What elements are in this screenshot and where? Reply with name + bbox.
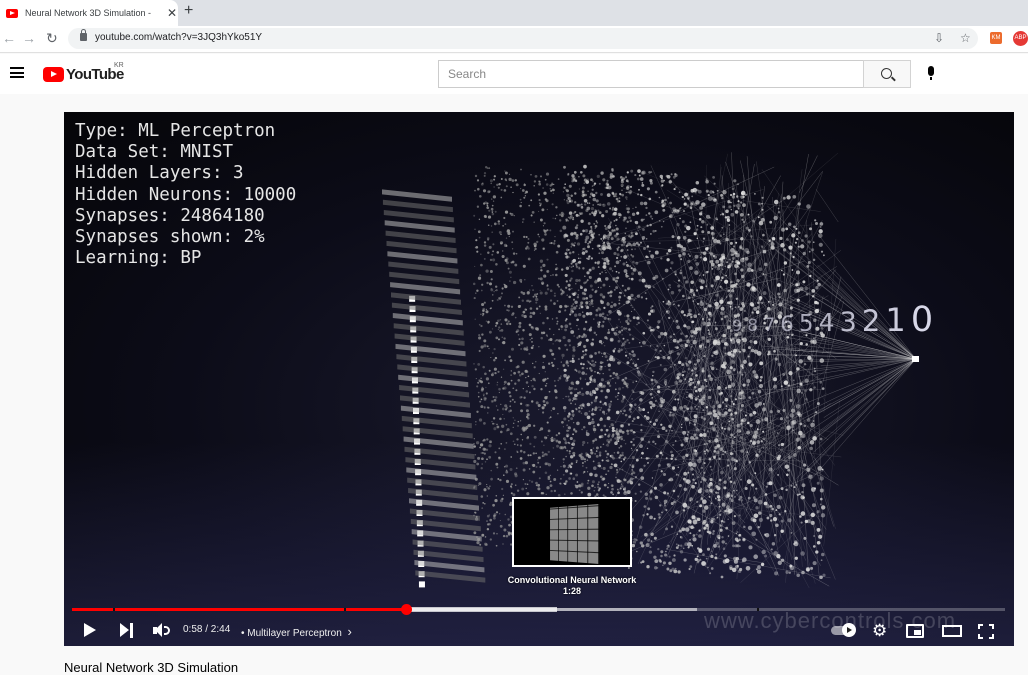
output-digit: 7 (763, 314, 775, 336)
chapter-title-button[interactable]: • Multilayer Perceptron › (241, 624, 352, 646)
address-bar[interactable]: youtube.com/watch?v=3JQ3hYko51Y ⇩ ☆ (68, 28, 978, 49)
info-line-hidden-neurons: Hidden Neurons: 10000 (75, 185, 296, 206)
info-line-learning: Learning: BP (75, 248, 296, 269)
youtube-favicon-icon (6, 9, 18, 18)
output-digit: 0 (911, 300, 933, 340)
preview-image (550, 504, 599, 564)
youtube-play-logo-icon (43, 67, 64, 82)
tab-title: Neural Network 3D Simulation - (25, 8, 161, 18)
chapter-marker (344, 608, 346, 611)
preview-chapter-title: Convolutional Neural Network (494, 575, 650, 585)
output-digit: 3 (840, 307, 857, 338)
bookmark-star-icon[interactable]: ☆ (960, 31, 971, 45)
progress-hover-segment (406, 607, 557, 612)
search-icon (881, 68, 892, 79)
forward-arrow-icon[interactable]: → (22, 30, 36, 46)
new-tab-button[interactable]: + (184, 2, 193, 20)
output-digit: 8 (747, 316, 758, 336)
search-box (438, 60, 864, 88)
video-info-overlay: Type: ML Perceptron Data Set: MNIST Hidd… (75, 121, 296, 269)
output-digit: 1 (885, 301, 905, 339)
adblock-extension-icon[interactable]: ABP (1013, 31, 1028, 46)
theater-mode-icon[interactable] (942, 625, 962, 637)
output-digit: 4 (819, 308, 835, 337)
next-video-icon[interactable] (120, 623, 134, 638)
fullscreen-icon[interactable] (978, 624, 994, 639)
video-player[interactable]: Type: ML Perceptron Data Set: MNIST Hidd… (64, 112, 1014, 646)
chevron-right-icon: › (348, 624, 352, 639)
chapter-title-text: • Multilayer Perceptron (241, 628, 342, 639)
output-digit: 5 (799, 311, 814, 337)
search-input[interactable] (439, 61, 864, 87)
info-line-synapses: Synapses: 24864180 (75, 206, 296, 227)
progress-scrubber[interactable] (401, 604, 412, 615)
install-app-icon[interactable]: ⇩ (934, 31, 944, 45)
tab-close-icon[interactable]: ✕ (167, 6, 177, 20)
microphone-icon[interactable] (928, 66, 934, 76)
info-line-synapses-shown: Synapses shown: 2% (75, 227, 296, 248)
browser-tab-strip: Neural Network 3D Simulation - ✕ + (0, 0, 1028, 26)
search-button[interactable] (863, 60, 911, 88)
output-digits: 9 8 7 6 5 4 3 2 1 0 (732, 300, 933, 340)
volume-icon[interactable] (153, 623, 169, 638)
miniplayer-icon[interactable] (906, 624, 924, 638)
autoplay-toggle[interactable] (831, 626, 855, 635)
settings-gear-icon[interactable]: ⚙ (872, 622, 889, 639)
reload-icon[interactable]: ↻ (46, 30, 58, 47)
info-line-dataset: Data Set: MNIST (75, 142, 296, 163)
chapter-preview-thumbnail (512, 497, 632, 567)
play-icon[interactable] (84, 623, 96, 637)
progress-played (72, 608, 406, 611)
output-digit: 9 (732, 316, 742, 335)
player-controls: 0:58 / 2:44 • Multilayer Perceptron › ⚙ (64, 616, 1014, 646)
youtube-header: YouTube KR (0, 54, 1028, 94)
browser-tab[interactable]: Neural Network 3D Simulation - ✕ (0, 0, 178, 26)
output-digit: 2 (862, 304, 880, 338)
youtube-logo[interactable]: YouTube (43, 66, 124, 83)
menu-icon[interactable] (10, 67, 24, 78)
region-code: KR (114, 62, 124, 69)
preview-time: 1:28 (494, 586, 650, 596)
info-line-hidden-layers: Hidden Layers: 3 (75, 163, 296, 184)
output-digit: 6 (780, 312, 793, 336)
time-display: 0:58 / 2:44 (183, 624, 230, 646)
info-line-type: Type: ML Perceptron (75, 121, 296, 142)
browser-toolbar: ← → ↻ youtube.com/watch?v=3JQ3hYko51Y ⇩ … (0, 26, 1028, 53)
extension-icon[interactable]: KM (990, 32, 1002, 44)
back-arrow-icon[interactable]: ← (2, 30, 16, 46)
chapter-marker (757, 608, 759, 611)
lock-icon[interactable] (80, 33, 87, 41)
url-text[interactable]: youtube.com/watch?v=3JQ3hYko51Y (95, 32, 262, 43)
progress-bar[interactable] (72, 608, 1005, 611)
chapter-marker (113, 608, 115, 611)
